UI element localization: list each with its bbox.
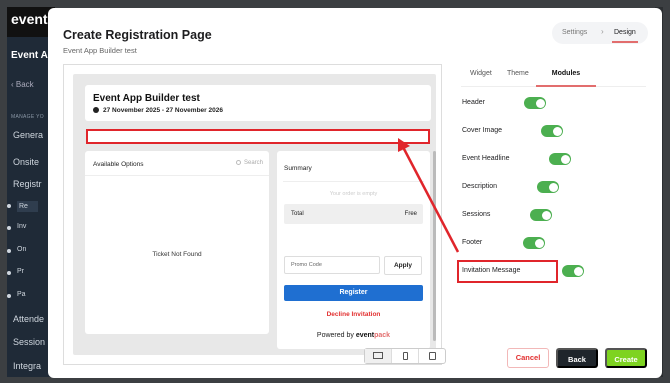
background-nav-item[interactable]: Inv	[6, 223, 26, 230]
background-nav-item[interactable]: Pr	[7, 268, 24, 275]
total-row: Total Free	[284, 204, 423, 224]
decline-invitation-link[interactable]: Decline Invitation	[277, 311, 430, 318]
modal-subtitle: Event App Builder test	[63, 46, 137, 55]
clock-icon	[93, 107, 99, 113]
apply-promo-button[interactable]: Apply	[384, 256, 422, 275]
invitation-message-placeholder	[86, 129, 430, 144]
device-desktop-button[interactable]	[365, 349, 392, 363]
powered-by-text: Powered by	[316, 332, 354, 339]
module-toggle[interactable]	[549, 153, 571, 165]
total-value: Free	[404, 211, 417, 217]
powered-by: Powered by eventpack	[277, 332, 430, 339]
module-row: Sessions	[462, 209, 602, 223]
brand-logo-accent: pack	[374, 332, 391, 339]
divider	[85, 175, 269, 176]
wizard-steps: Settings › Design	[552, 22, 648, 44]
preview-header: Event App Builder test 27 November 2025 …	[85, 85, 431, 121]
desktop-icon	[373, 352, 383, 359]
register-button[interactable]: Register	[284, 285, 423, 301]
order-empty-text: Your order is empty	[329, 191, 378, 197]
module-toggle[interactable]	[523, 237, 545, 249]
available-options-title: Available Options	[93, 161, 144, 168]
search-icon	[235, 160, 241, 165]
background-event-name: Event A	[11, 50, 48, 61]
background-nav-item[interactable]: Re	[7, 201, 38, 212]
ticket-search[interactable]: Search	[235, 160, 263, 166]
total-label: Total	[291, 211, 304, 217]
background-nav-item[interactable]: On	[6, 246, 26, 253]
module-row: Footer	[462, 237, 602, 251]
background-back-label: Back	[15, 80, 34, 89]
modal-title: Create Registration Page	[63, 28, 212, 42]
cancel-button[interactable]: Cancel	[507, 348, 549, 368]
preview-dates-text: 27 November 2025 - 27 November 2026	[103, 107, 223, 114]
app-logo: event	[11, 11, 48, 27]
module-toggle[interactable]	[541, 125, 563, 137]
step-settings[interactable]: Settings	[562, 29, 587, 36]
invitation-message-annotation	[457, 260, 558, 283]
design-tabs: Widget Theme Modules	[461, 70, 646, 87]
tickets-empty-state: Ticket Not Found	[152, 251, 202, 258]
module-label: Sessions	[462, 211, 491, 218]
background-nav-item[interactable]: Session	[13, 337, 45, 347]
brand-logo-main: event	[355, 332, 375, 339]
tab-widget[interactable]: Widget	[470, 70, 492, 77]
background-nav-item[interactable]: Pa	[7, 291, 26, 298]
ticket-search-placeholder: Search	[243, 160, 263, 166]
background-nav-item[interactable]: Registr	[13, 179, 42, 189]
divider	[283, 181, 424, 182]
tab-modules[interactable]: Modules	[536, 70, 596, 87]
tablet-icon	[429, 352, 436, 360]
module-row: Header	[462, 97, 602, 111]
device-tablet-button[interactable]	[419, 349, 446, 363]
module-label: Header	[462, 99, 485, 106]
module-toggle[interactable]	[530, 209, 552, 221]
available-options-panel: Available Options Search Ticket Not Foun…	[85, 151, 269, 334]
module-toggle[interactable]	[524, 97, 546, 109]
module-row: Description	[462, 181, 602, 195]
preview-event-title: Event App Builder test	[93, 93, 200, 104]
preview-event-dates: 27 November 2025 - 27 November 2026	[93, 107, 223, 114]
chevron-right-icon: ›	[601, 27, 604, 36]
summary-panel: Summary Your order is empty Total Free P…	[277, 151, 430, 349]
back-button[interactable]: Back	[556, 348, 598, 368]
module-row: Event Headline	[462, 153, 602, 167]
background-back-link[interactable]: ‹ Back	[11, 80, 34, 89]
tab-theme[interactable]: Theme	[507, 70, 529, 77]
device-mobile-button[interactable]	[392, 349, 419, 363]
create-registration-modal: Create Registration Page Event App Build…	[48, 8, 662, 378]
module-row: Cover Image	[462, 125, 602, 139]
registration-preview: Event App Builder test 27 November 2025 …	[63, 64, 446, 365]
create-button[interactable]: Create	[605, 348, 647, 368]
module-label: Event Headline	[462, 155, 510, 162]
background-nav-item[interactable]: Attende	[13, 314, 44, 324]
device-switcher	[364, 348, 446, 364]
background-manage-label: MANAGE YO	[11, 114, 44, 120]
summary-title: Summary	[284, 165, 312, 172]
mobile-icon	[403, 352, 408, 360]
module-label: Description	[462, 183, 498, 190]
promo-code-input[interactable]: Promo Code	[284, 256, 380, 274]
background-nav-item[interactable]: Onsite	[13, 157, 39, 167]
module-label: Cover Image	[462, 127, 503, 134]
module-toggle[interactable]	[537, 181, 559, 193]
module-label: Footer	[462, 239, 483, 246]
step-design[interactable]: Design	[612, 29, 638, 43]
background-nav-item[interactable]: Integra	[13, 361, 41, 371]
module-toggle[interactable]	[562, 265, 584, 277]
preview-scrollbar[interactable]	[433, 151, 436, 341]
background-nav-item[interactable]: Genera	[13, 130, 43, 140]
